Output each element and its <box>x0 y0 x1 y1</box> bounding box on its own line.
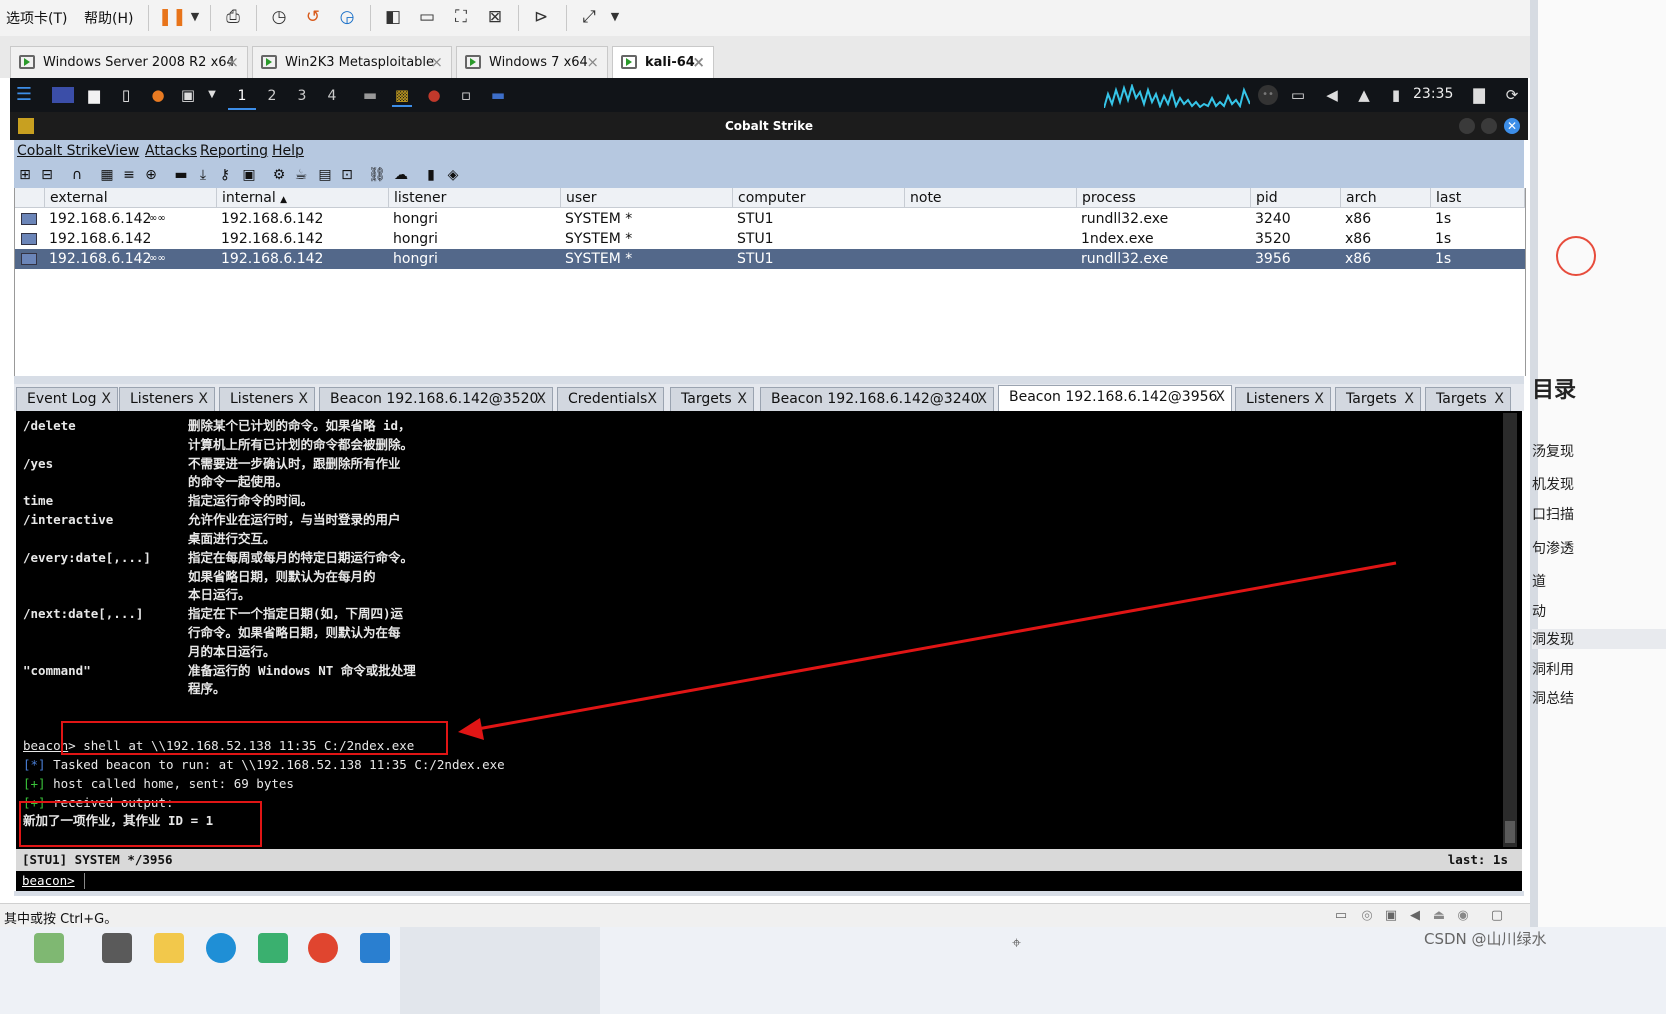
app-icon[interactable] <box>102 933 132 963</box>
toc-item[interactable]: 口扫描 <box>1532 504 1574 524</box>
toc-item[interactable]: 机发现 <box>1532 474 1574 494</box>
app-icon[interactable] <box>258 933 288 963</box>
toc-item[interactable]: 道 <box>1532 571 1546 591</box>
toc-item-active[interactable]: 洞发现 <box>1532 629 1666 649</box>
cd-icon[interactable]: ◎ <box>1356 905 1378 927</box>
host-page-strip: 目录 汤复现 机发现 口扫描 句渗透 道 动 洞发现 洞利用 洞总结 <box>1530 0 1666 927</box>
avatar[interactable] <box>1556 236 1596 276</box>
toc-item[interactable]: 汤复现 <box>1532 441 1574 461</box>
prompt-label: beacon> <box>22 873 75 888</box>
app-icon[interactable] <box>34 933 64 963</box>
sound-icon[interactable]: ◀ <box>1404 905 1426 927</box>
status-hint: 其中或按 Ctrl+G。 <box>4 912 118 927</box>
windows-taskbar: ⌖ CSDN @山川绿水 <box>0 927 1666 1014</box>
toc-item[interactable]: 句渗透 <box>1532 538 1574 558</box>
crosshair-icon: ⌖ <box>1012 933 1022 952</box>
hdd-icon[interactable]: ▭ <box>1330 905 1352 927</box>
printer-icon[interactable]: ◉ <box>1452 905 1474 927</box>
chrome-icon[interactable] <box>308 933 338 963</box>
input-cursor <box>84 873 85 889</box>
session-info: [STU1] SYSTEM */3956 <box>22 852 173 867</box>
toc-item[interactable]: 洞总结 <box>1532 688 1574 708</box>
usb-icon[interactable]: ⏏ <box>1428 905 1450 927</box>
vmware-status-bar: 其中或按 Ctrl+G。 ▭ ◎ ▣ ◀ ⏏ ◉ ▢ <box>0 903 1530 928</box>
vmware-icon[interactable] <box>360 933 390 963</box>
toc-item[interactable]: 洞利用 <box>1532 659 1574 679</box>
window-bottom-border <box>14 891 1524 896</box>
message-icon[interactable]: ▢ <box>1486 905 1508 927</box>
taskbar-active-area <box>400 927 600 1014</box>
toc-heading: 目录 <box>1532 378 1577 403</box>
beacon-status-bar: [STU1] SYSTEM */3956 last: 1s <box>16 849 1522 871</box>
toc-item[interactable]: 动 <box>1532 601 1546 621</box>
edge-icon[interactable] <box>206 933 236 963</box>
network-icon[interactable]: ▣ <box>1380 905 1402 927</box>
divider <box>1530 0 1538 927</box>
last-checkin: last: 1s <box>1447 852 1508 867</box>
beacon-input[interactable]: beacon> <box>16 871 1522 891</box>
folder-icon[interactable] <box>154 933 184 963</box>
watermark: CSDN @山川绿水 <box>1424 930 1547 948</box>
